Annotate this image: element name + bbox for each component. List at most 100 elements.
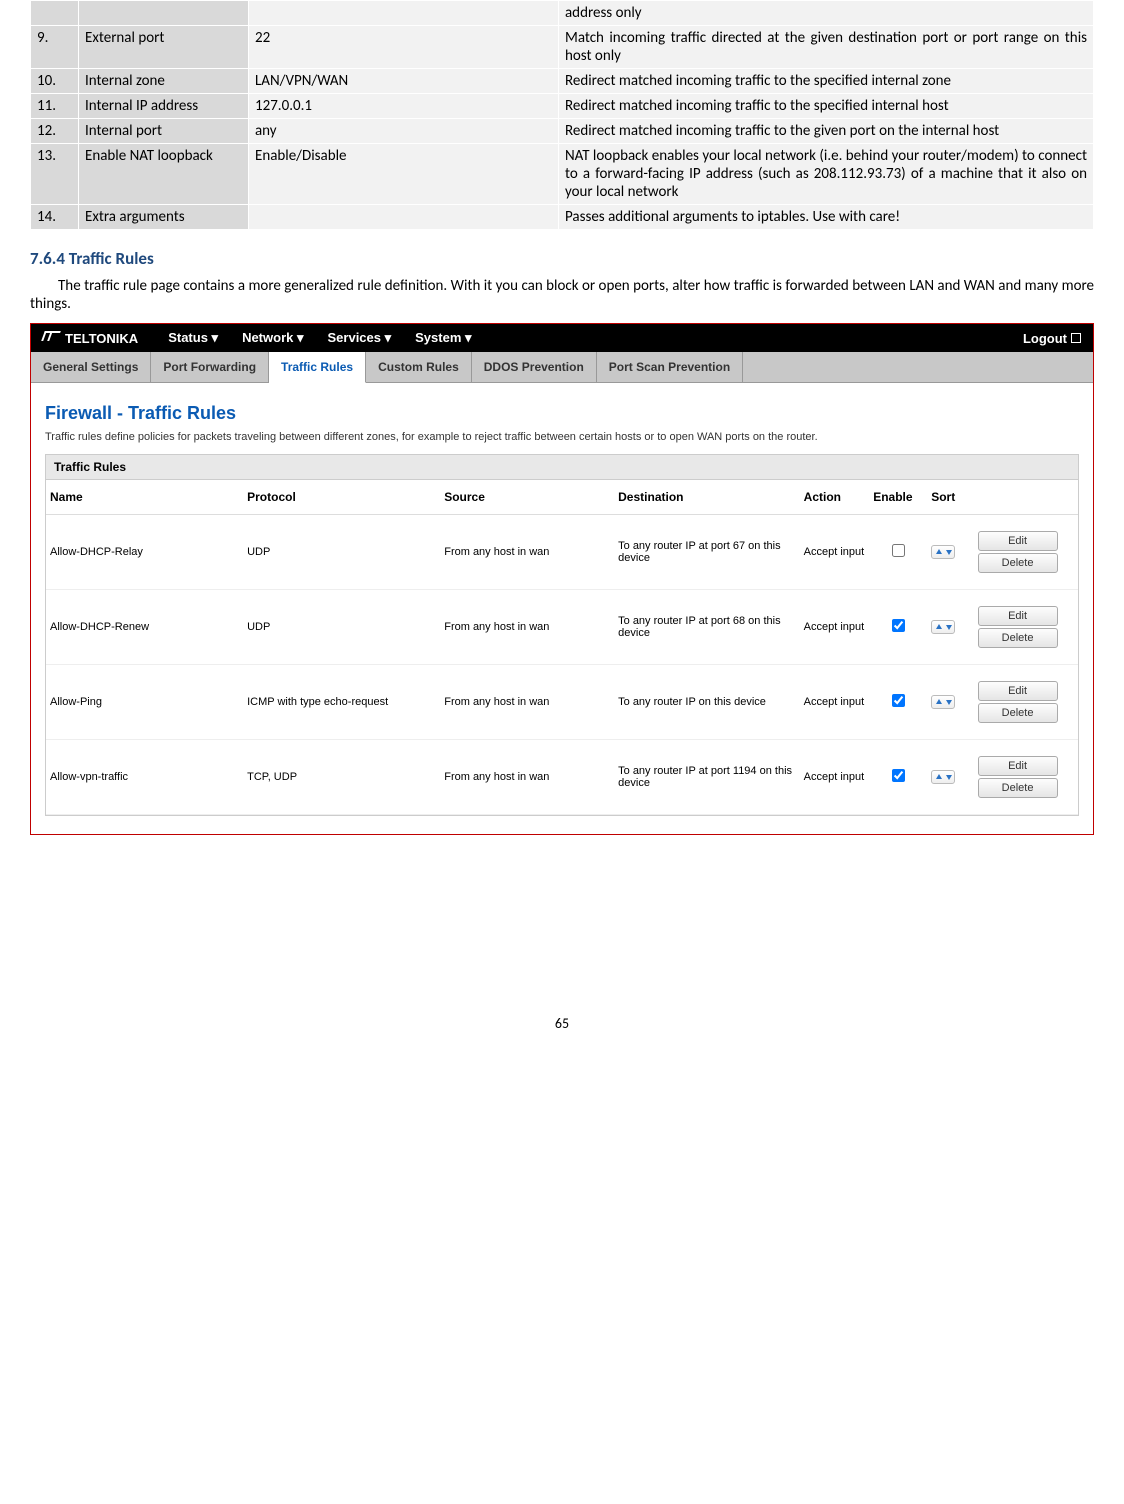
tab-general-settings[interactable]: General Settings: [31, 352, 151, 383]
table-row: 9.External port22Match incoming traffic …: [31, 26, 1094, 69]
cell-num: 11.: [31, 94, 79, 119]
tab-port-forwarding[interactable]: Port Forwarding: [151, 352, 269, 383]
rule-protocol: TCP, UDP: [243, 740, 440, 815]
tab-port-scan-prevention[interactable]: Port Scan Prevention: [597, 352, 743, 383]
page-body: Firewall - Traffic Rules Traffic rules d…: [31, 383, 1093, 834]
rule-destination: To any router IP at port 1194 on this de…: [614, 740, 800, 815]
logout-icon: [1071, 333, 1081, 343]
table-row: Allow-vpn-trafficTCP, UDPFrom any host i…: [46, 740, 1078, 815]
cell-num: 12.: [31, 119, 79, 144]
page-number: 65: [30, 1015, 1094, 1032]
rule-action: Accept input: [800, 590, 870, 665]
cell-num: [31, 1, 79, 26]
col-enable: Enable: [869, 480, 927, 515]
cell-desc: Redirect matched incoming traffic to the…: [559, 119, 1094, 144]
rule-source: From any host in wan: [440, 515, 614, 590]
sort-up-icon: [934, 772, 942, 782]
rule-source: From any host in wan: [440, 740, 614, 815]
col-action: Action: [800, 480, 870, 515]
cell-value: [249, 1, 559, 26]
nav-item-services[interactable]: Services ▾: [328, 330, 392, 346]
tab-ddos-prevention[interactable]: DDOS Prevention: [472, 352, 597, 383]
main-nav: Status ▾ Network ▾ Services ▾ System ▾: [168, 330, 1023, 346]
cell-desc: Redirect matched incoming traffic to the…: [559, 94, 1094, 119]
cell-desc: Passes additional arguments to iptables.…: [559, 205, 1094, 230]
logout-label: Logout: [1023, 331, 1067, 346]
cell-value: 22: [249, 26, 559, 69]
delete-button[interactable]: Delete: [978, 778, 1058, 798]
panel-header: Traffic Rules: [45, 454, 1079, 480]
sort-up-icon: [934, 697, 942, 707]
screenshot-firewall-traffic-rules: TELTONIKA Status ▾ Network ▾ Services ▾ Sys…: [30, 323, 1094, 835]
delete-button[interactable]: Delete: [978, 703, 1058, 723]
tab-custom-rules[interactable]: Custom Rules: [366, 352, 472, 383]
delete-button[interactable]: Delete: [978, 553, 1058, 573]
logout-link[interactable]: Logout: [1023, 331, 1081, 346]
brand-name: TELTONIKA: [65, 331, 138, 346]
page-title: Firewall - Traffic Rules: [45, 403, 1079, 424]
sort-down-icon: [944, 772, 952, 782]
rule-source: From any host in wan: [440, 665, 614, 740]
delete-button[interactable]: Delete: [978, 628, 1058, 648]
enable-checkbox[interactable]: [892, 619, 905, 632]
brand-logo[interactable]: TELTONIKA: [43, 331, 138, 346]
rule-name: Allow-Ping: [46, 665, 243, 740]
rule-action: Accept input: [800, 515, 870, 590]
enable-checkbox[interactable]: [892, 544, 905, 557]
rule-protocol: ICMP with type echo-request: [243, 665, 440, 740]
table-row: address only: [31, 1, 1094, 26]
cell-name: Extra arguments: [79, 205, 249, 230]
sort-handle[interactable]: [931, 770, 955, 784]
rule-name: Allow-DHCP-Renew: [46, 590, 243, 665]
sort-handle[interactable]: [931, 695, 955, 709]
cell-desc: address only: [559, 1, 1094, 26]
app-header: TELTONIKA Status ▾ Network ▾ Services ▾ Sys…: [31, 324, 1093, 352]
cell-desc: Redirect matched incoming traffic to the…: [559, 69, 1094, 94]
rule-action: Accept input: [800, 665, 870, 740]
nav-item-network[interactable]: Network ▾: [242, 330, 303, 346]
cell-value: LAN/VPN/WAN: [249, 69, 559, 94]
cell-desc: Match incoming traffic directed at the g…: [559, 26, 1094, 69]
cell-name: Internal zone: [79, 69, 249, 94]
nav-item-system[interactable]: System ▾: [415, 330, 471, 346]
cell-num: 10.: [31, 69, 79, 94]
section-title: Traffic Rules: [69, 248, 154, 269]
cell-value: Enable/Disable: [249, 144, 559, 205]
rule-name: Allow-DHCP-Relay: [46, 515, 243, 590]
page-description: Traffic rules define policies for packet…: [45, 430, 1079, 444]
table-row: Allow-PingICMP with type echo-requestFro…: [46, 665, 1078, 740]
cell-name: External port: [79, 26, 249, 69]
sort-handle[interactable]: [931, 545, 955, 559]
col-source: Source: [440, 480, 614, 515]
cell-desc: NAT loopback enables your local network …: [559, 144, 1094, 205]
nav-item-status[interactable]: Status ▾: [168, 330, 218, 346]
cell-value: 127.0.0.1: [249, 94, 559, 119]
edit-button[interactable]: Edit: [978, 531, 1058, 551]
cell-num: 9.: [31, 26, 79, 69]
table-row: 11.Internal IP address127.0.0.1Redirect …: [31, 94, 1094, 119]
edit-button[interactable]: Edit: [978, 606, 1058, 626]
rule-name: Allow-vpn-traffic: [46, 740, 243, 815]
col-name: Name: [46, 480, 243, 515]
cell-num: 13.: [31, 144, 79, 205]
edit-button[interactable]: Edit: [978, 681, 1058, 701]
cell-name: Internal port: [79, 119, 249, 144]
table-row: 13.Enable NAT loopbackEnable/DisableNAT …: [31, 144, 1094, 205]
edit-button[interactable]: Edit: [978, 756, 1058, 776]
sort-down-icon: [944, 697, 952, 707]
cell-name: Enable NAT loopback: [79, 144, 249, 205]
table-row: Allow-DHCP-RenewUDPFrom any host in wanT…: [46, 590, 1078, 665]
brand-logo-icon: [43, 331, 61, 345]
table-row: 12.Internal portanyRedirect matched inco…: [31, 119, 1094, 144]
sub-tabs: General SettingsPort ForwardingTraffic R…: [31, 352, 1093, 383]
cell-value: [249, 205, 559, 230]
tab-traffic-rules[interactable]: Traffic Rules: [269, 352, 366, 383]
enable-checkbox[interactable]: [892, 694, 905, 707]
sort-handle[interactable]: [931, 620, 955, 634]
rule-action: Accept input: [800, 740, 870, 815]
cell-value: any: [249, 119, 559, 144]
sort-down-icon: [944, 622, 952, 632]
sort-down-icon: [944, 547, 952, 557]
section-paragraph: The traffic rule page contains a more ge…: [30, 277, 1094, 313]
enable-checkbox[interactable]: [892, 769, 905, 782]
